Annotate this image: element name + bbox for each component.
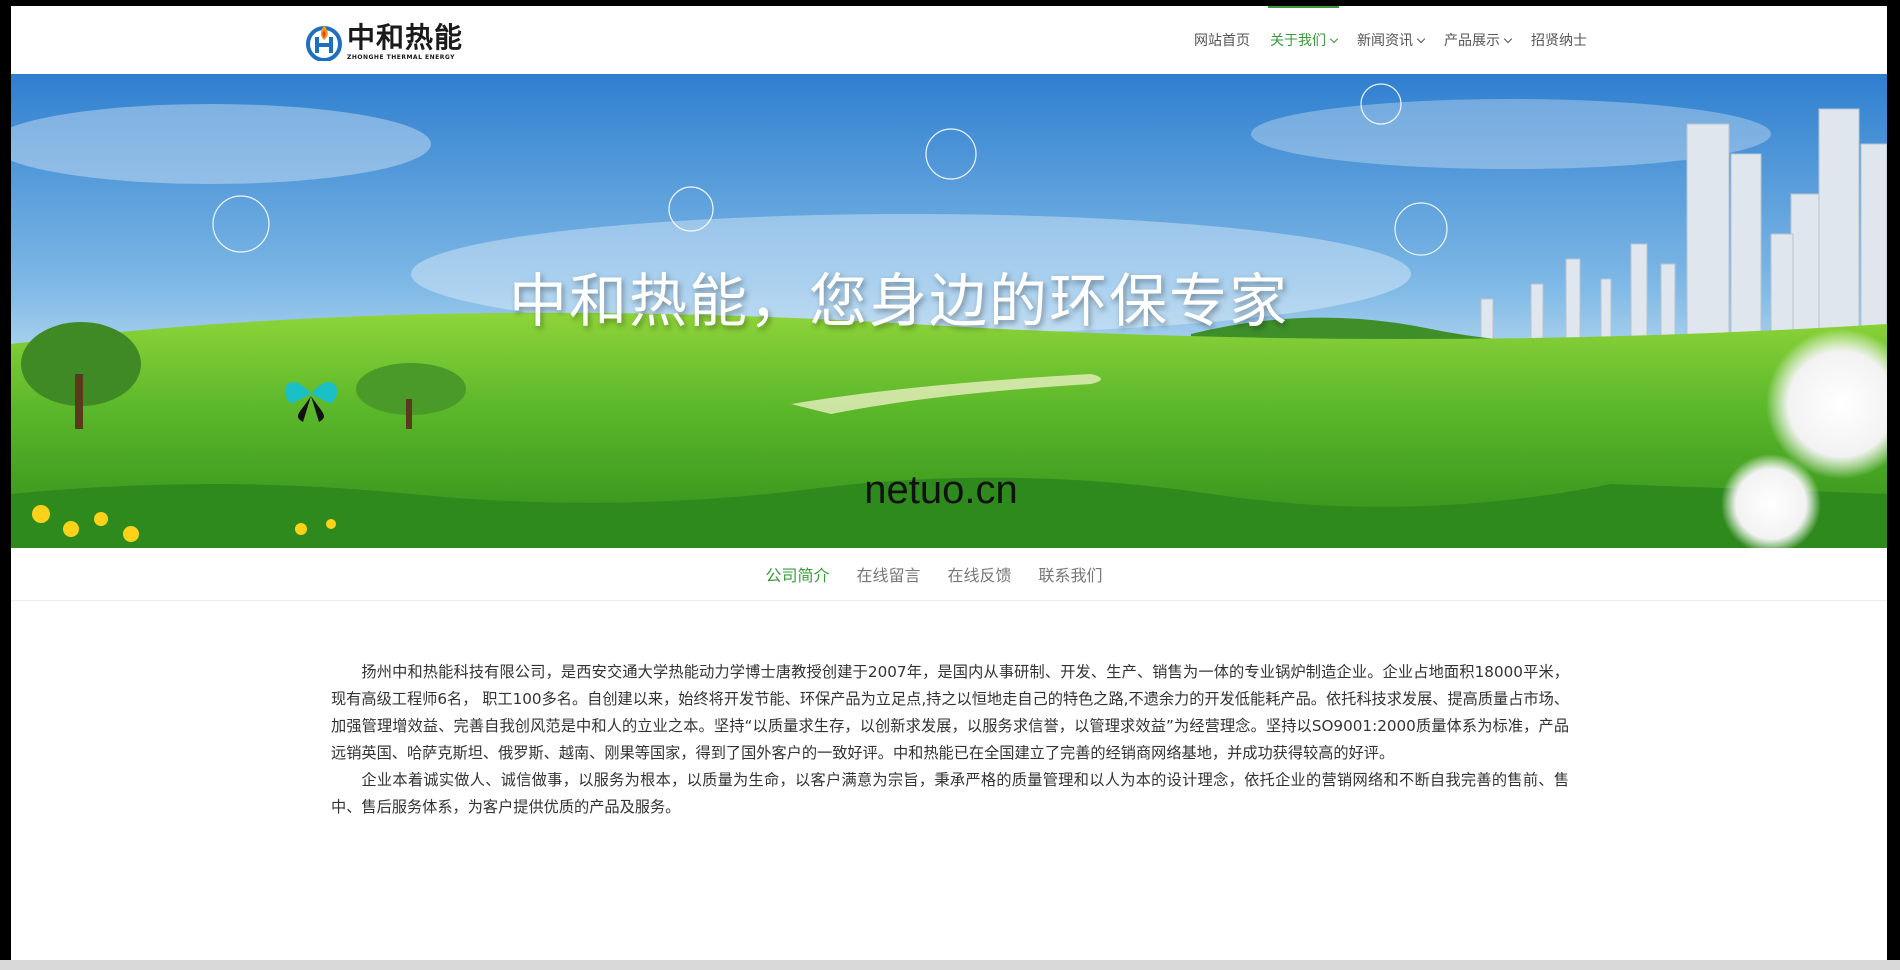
nav-item-careers[interactable]: 招贤纳士 (1521, 6, 1597, 74)
nav-item-about[interactable]: 关于我们 (1260, 6, 1347, 74)
site-header: 中和热能 ZHONGHE THERMAL ENERGY 网站首页 关于我们 新闻… (11, 6, 1887, 74)
chevron-down-icon (1503, 34, 1513, 43)
window-bottom-strip (0, 960, 1900, 970)
banner-slogan-text: 中和热能，您身边的环保专家 (508, 267, 1289, 335)
subnav-item-online-message[interactable]: 在线留言 (856, 562, 920, 586)
banner-slogan: 中和热能，您身边的环保专家 (11, 254, 1887, 338)
subnav-item-contact-us[interactable]: 联系我们 (1039, 562, 1103, 586)
nav-label: 关于我们 (1270, 33, 1326, 49)
subnav-item-online-feedback[interactable]: 在线反馈 (948, 562, 1012, 586)
logo-name-en: ZHONGHE THERMAL ENERGY (347, 53, 455, 61)
main-nav: 网站首页 关于我们 新闻资讯 产品展示 招贤纳士 (1184, 6, 1597, 74)
profile-paragraph: 扬州中和热能科技有限公司，是西安交通大学热能动力学博士唐教授创建于2007年，是… (331, 663, 1569, 762)
nav-label: 新闻资讯 (1357, 33, 1413, 49)
subnav-item-company-profile[interactable]: 公司简介 (765, 562, 829, 586)
sub-nav: 公司简介 在线留言 在线反馈 联系我们 (11, 548, 1887, 601)
banner-watermark: netuo.cn (11, 468, 1887, 513)
chevron-down-icon (1329, 34, 1339, 43)
nav-item-home[interactable]: 网站首页 (1184, 6, 1260, 74)
logo-flame-icon (305, 23, 343, 62)
nav-item-news[interactable]: 新闻资讯 (1347, 6, 1434, 74)
logo-name-cn: 中和热能 (347, 20, 464, 54)
profile-paragraph: 企业本着诚实做人、诚信做事，以服务为根本，以质量为生命，以客户满意为宗旨，秉承严… (331, 771, 1569, 816)
nav-item-products[interactable]: 产品展示 (1434, 6, 1521, 74)
nav-label: 产品展示 (1444, 33, 1500, 49)
nav-label: 网站首页 (1194, 33, 1250, 49)
banner-watermark-text: netuo.cn (864, 468, 1018, 512)
site-logo[interactable]: 中和热能 ZHONGHE THERMAL ENERGY (305, 18, 463, 66)
nav-label: 招贤纳士 (1531, 33, 1587, 49)
company-profile-content: 扬州中和热能科技有限公司，是西安交通大学热能动力学博士唐教授创建于2007年，是… (331, 659, 1569, 821)
page-frame: 中和热能 ZHONGHE THERMAL ENERGY 网站首页 关于我们 新闻… (11, 6, 1887, 960)
hero-banner: 中和热能，您身边的环保专家 netuo.cn (11, 74, 1887, 548)
chevron-down-icon (1416, 34, 1426, 43)
